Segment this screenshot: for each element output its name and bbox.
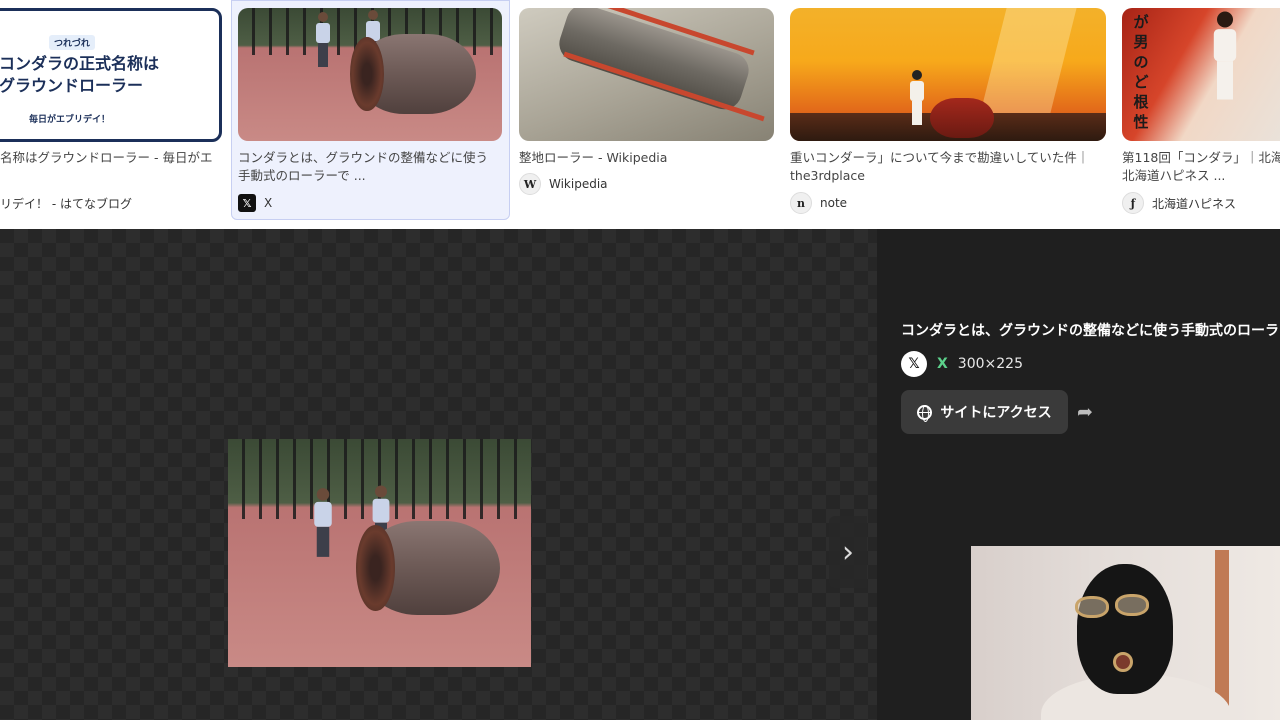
x-logo-icon: 𝕏 — [238, 194, 256, 212]
source-name: 北海道ハピネス — [1152, 196, 1237, 211]
source-name: note — [820, 196, 848, 210]
hokkaido-happiness-icon: ƒ — [1122, 192, 1144, 214]
person — [1213, 11, 1237, 100]
result-caption[interactable]: 重いコンダーラ」について今まで勘違いしていた件｜ the3rdplace — [790, 149, 1089, 185]
result-card-hokkaido[interactable]: が男のど根性 第118回「コンダラ」｜北海 北海道ハピネス ... ƒ 北海道ハ… — [1122, 0, 1280, 222]
x-logo-icon: 𝕏 — [901, 351, 927, 377]
caption-line: the3rdplace — [790, 168, 865, 183]
result-thumbnail[interactable] — [238, 8, 502, 141]
caption-line: コンダラとは、グラウンドの整備などに使う — [238, 150, 489, 165]
result-card-hatena[interactable]: つれづれ コンダラの正式名称は グラウンドローラー 毎日がエブリデイ！ 名称はグ… — [0, 0, 230, 222]
share-icon[interactable]: ➦ — [1077, 402, 1099, 422]
image-dimensions: 300×225 — [957, 356, 1023, 372]
caption-line: 第118回「コンダラ」｜北海 — [1122, 150, 1280, 165]
caption-line: リデイ！ - はてなブログ — [0, 196, 132, 211]
caption-line: 手動式のローラーで ... — [238, 168, 366, 183]
result-caption[interactable]: コンダラとは、グラウンドの整備などに使う 手動式のローラーで ... — [238, 149, 488, 185]
caption-line: 北海道ハピネス ... — [1122, 168, 1226, 183]
ground-roller — [930, 98, 994, 138]
webcam-overlay — [971, 546, 1280, 720]
person — [910, 70, 924, 125]
banner-footer: 毎日がエブリデイ！ — [29, 115, 111, 125]
result-thumbnail[interactable] — [790, 8, 1106, 141]
caption-line: 重いコンダーラ」について今まで勘違いしていた件｜ — [790, 150, 1090, 165]
result-caption[interactable]: 整地ローラー - Wikipedia — [519, 149, 667, 167]
result-thumbnail[interactable] — [519, 8, 774, 141]
image-title: コンダラとは、グラウンドの整備などに使う手動式のローラ — [901, 323, 1279, 339]
result-caption[interactable]: 名称はグラウンドローラー - 毎日がエ — [0, 149, 212, 167]
banner-title-line: コンダラの正式名称は — [0, 54, 160, 73]
result-card-note[interactable]: 重いコンダーラ」について今まで勘違いしていた件｜ the3rdplace n n… — [790, 0, 1106, 222]
source-name: Wikipedia — [549, 177, 608, 191]
result-source[interactable]: ƒ 北海道ハピネス — [1122, 192, 1237, 214]
glasses-lens — [1115, 594, 1149, 616]
roller-photo — [228, 439, 531, 667]
result-caption[interactable]: 第118回「コンダラ」｜北海 北海道ハピネス ... — [1122, 149, 1280, 185]
roller-photo — [238, 8, 502, 141]
image-source[interactable]: 𝕏 X 300×225 — [901, 350, 1023, 378]
mouth — [1113, 652, 1133, 672]
ground-roller — [356, 521, 500, 615]
wikipedia-icon: W — [519, 173, 541, 195]
result-thumbnail[interactable]: が男のど根性 — [1122, 8, 1280, 141]
result-card-x[interactable]: コンダラとは、グラウンドの整備などに使う 手動式のローラーで ... 𝕏 X — [231, 0, 510, 222]
result-caption-source[interactable]: リデイ！ - はてなブログ — [0, 193, 132, 213]
result-source[interactable]: W Wikipedia — [519, 173, 608, 195]
preview-image[interactable] — [228, 439, 531, 667]
banner-tag: つれづれ — [49, 35, 95, 50]
source-name[interactable]: X — [937, 356, 948, 372]
next-image-button[interactable]: › — [829, 516, 867, 588]
result-card-wikipedia[interactable]: 整地ローラー - Wikipedia W Wikipedia — [519, 0, 774, 222]
chevron-right-icon: › — [842, 534, 854, 570]
result-source[interactable]: 𝕏 X — [238, 193, 272, 213]
globe-icon — [917, 404, 933, 422]
person — [316, 12, 330, 67]
banner-title-line: グラウンドローラー — [0, 76, 144, 95]
visit-site-button[interactable]: サイトにアクセス — [901, 390, 1068, 434]
result-source[interactable]: n note — [790, 192, 848, 214]
manga-vertical-text: が男のど根性 — [1133, 13, 1149, 131]
person — [314, 488, 332, 557]
caption-line: 整地ローラー - Wikipedia — [519, 150, 668, 165]
result-thumbnail[interactable]: つれづれ コンダラの正式名称は グラウンドローラー 毎日がエブリデイ！ — [0, 8, 222, 142]
visit-site-label: サイトにアクセス — [940, 405, 1052, 421]
caption-line: 名称はグラウンドローラー - 毎日がエ — [0, 150, 213, 165]
banner-title: コンダラの正式名称は グラウンドローラー — [0, 53, 159, 97]
glasses-lens — [1075, 596, 1109, 618]
ground-roller — [350, 34, 476, 114]
image-results-strip: つれづれ コンダラの正式名称は グラウンドローラー 毎日がエブリデイ！ 名称はグ… — [0, 0, 1280, 229]
source-name: X — [264, 196, 273, 210]
wrestling-mask — [1077, 564, 1173, 694]
note-icon: n — [790, 192, 812, 214]
